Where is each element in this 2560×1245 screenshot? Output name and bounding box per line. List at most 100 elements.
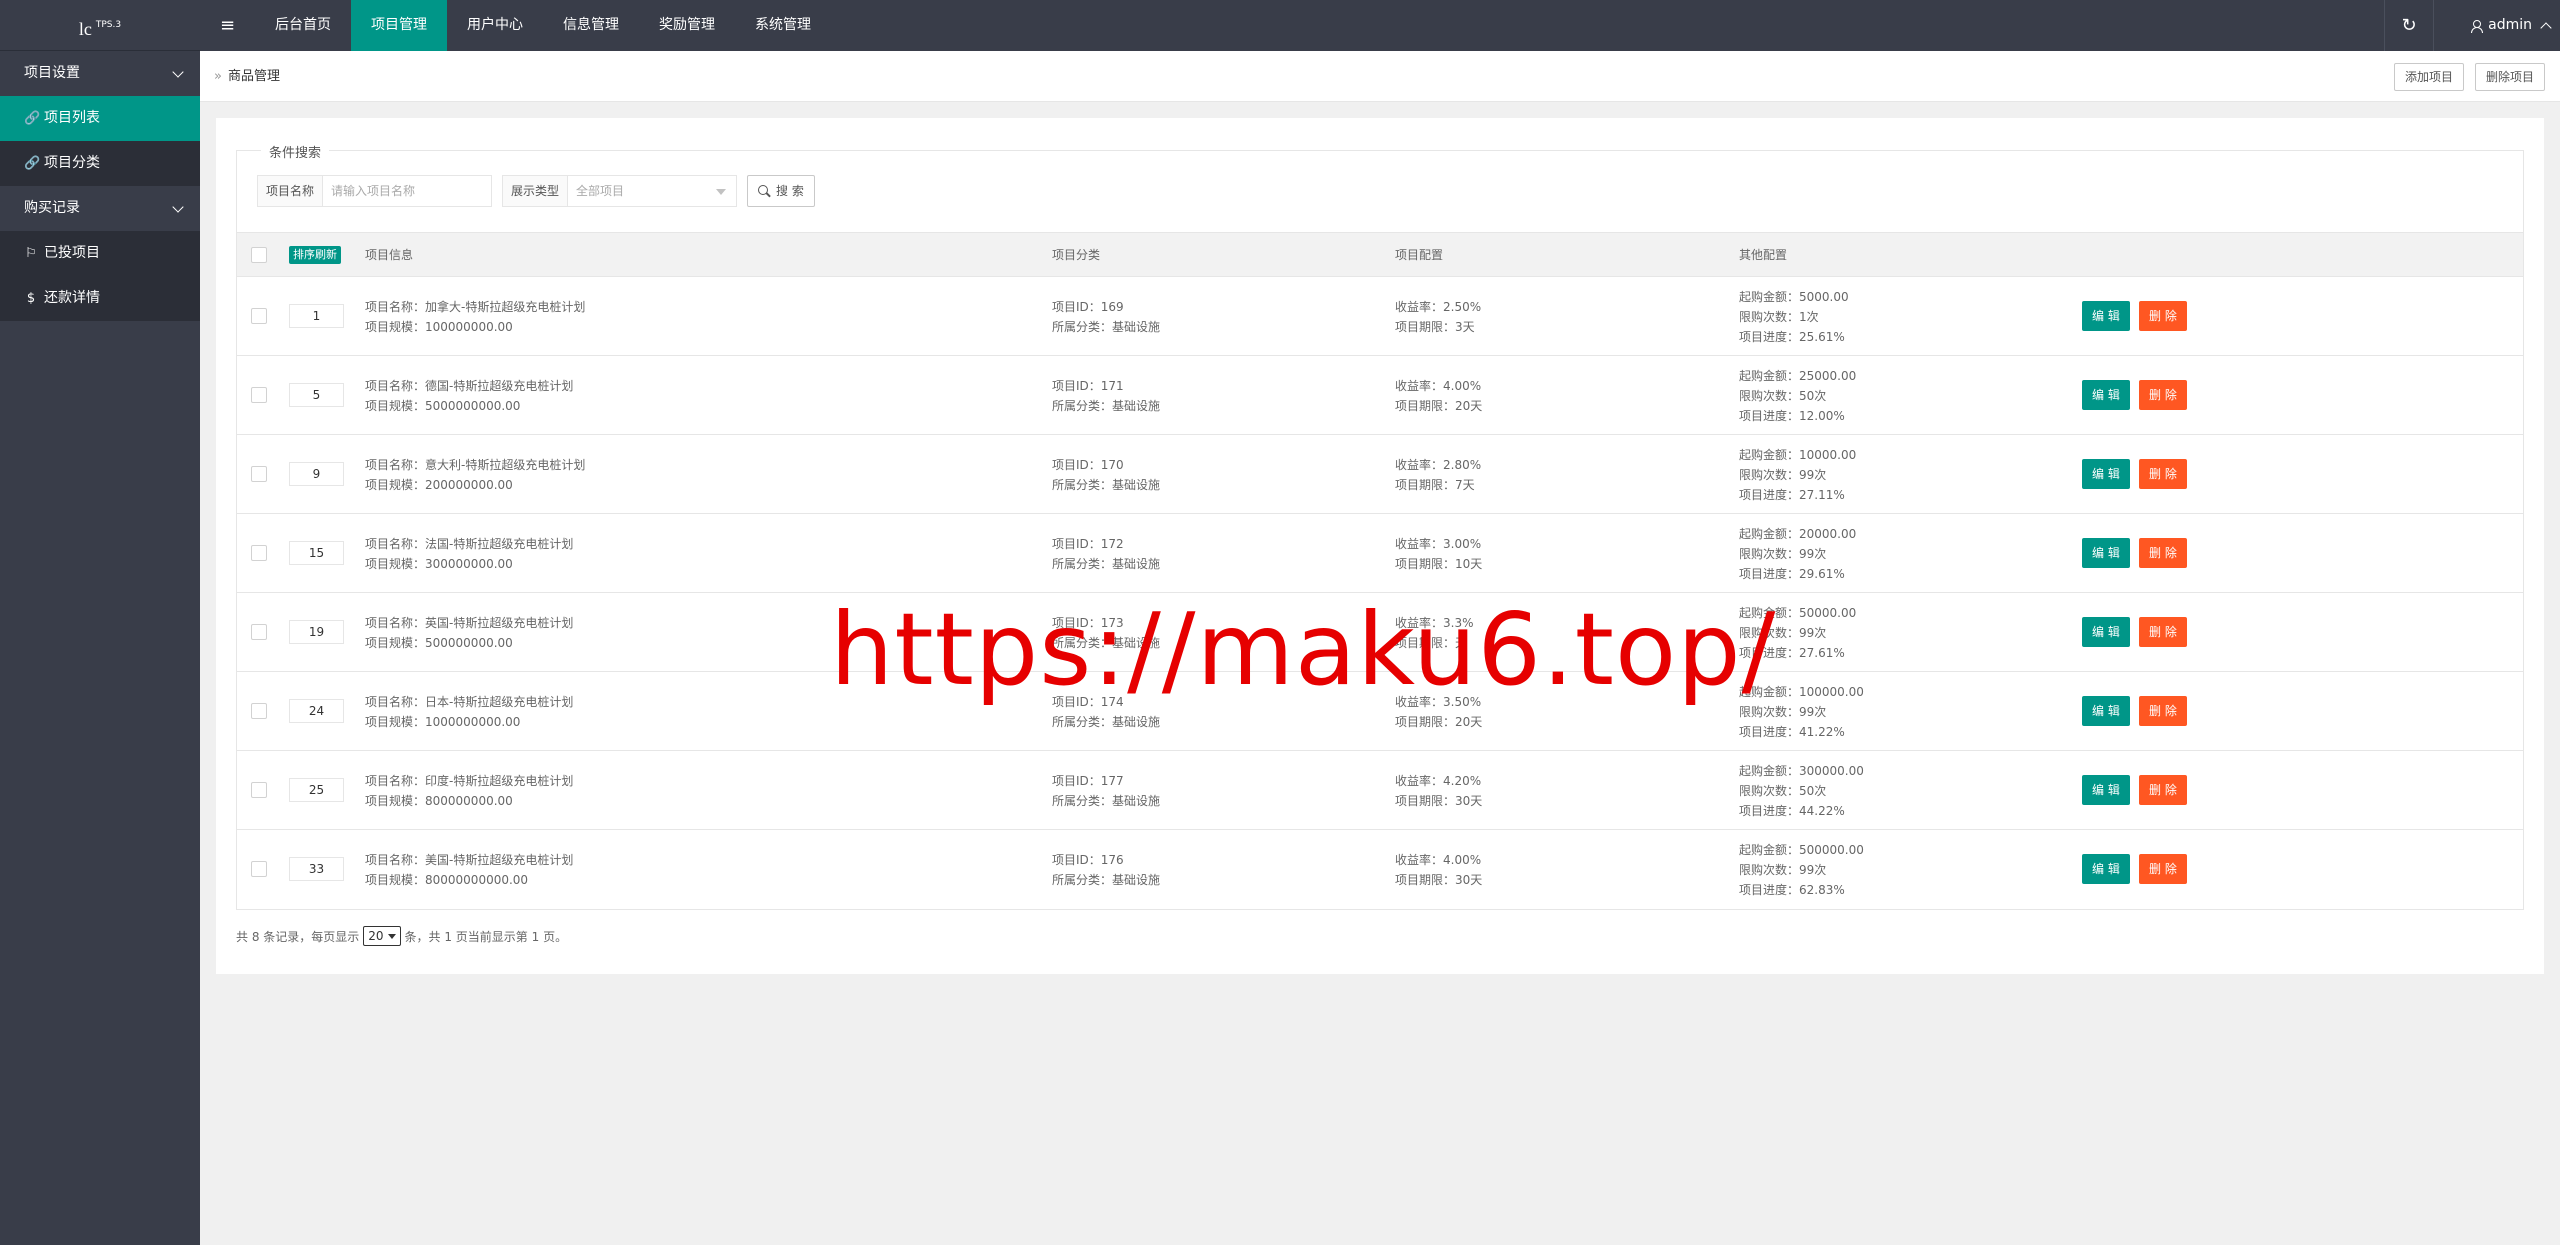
other-config-cell: 起购金额：300000.00 限购次数：50次 项目进度：44.22% <box>1739 761 1864 821</box>
sort-order-input[interactable]: 33 <box>289 857 344 881</box>
delete-button[interactable]: 删 除 <box>2139 301 2187 331</box>
row-checkbox[interactable] <box>251 387 267 403</box>
edit-button[interactable]: 编 辑 <box>2082 459 2130 489</box>
sort-order-input[interactable]: 5 <box>289 383 344 407</box>
add-project-button[interactable]: 添加项目 <box>2394 63 2465 91</box>
project-id: 项目ID：177 <box>1052 774 1124 788</box>
row-checkbox[interactable] <box>251 308 267 324</box>
category-cell: 项目ID：172 所属分类：基础设施 <box>1052 534 1160 574</box>
nav-item-2[interactable]: 用户中心 <box>447 0 543 51</box>
project-period: 项目期限：10天 <box>1395 557 1483 571</box>
project-id: 项目ID：172 <box>1052 537 1124 551</box>
project-name: 项目名称：英国-特斯拉超级充电桩计划 <box>365 616 574 630</box>
project-min-amount: 起购金额：300000.00 <box>1739 764 1864 778</box>
sidebar-group-label: 购买记录 <box>24 200 80 216</box>
edit-button[interactable]: 编 辑 <box>2082 301 2130 331</box>
menu-toggle-icon[interactable]: ≡ <box>200 0 255 51</box>
project-info-cell: 项目名称：日本-特斯拉超级充电桩计划 项目规模：1000000000.00 <box>365 692 573 732</box>
sidebar-item-1-1[interactable]: $ 还款详情 <box>0 276 200 321</box>
search-button[interactable]: 搜 索 <box>747 175 815 207</box>
edit-button[interactable]: 编 辑 <box>2082 538 2130 568</box>
delete-button[interactable]: 删 除 <box>2139 538 2187 568</box>
delete-button[interactable]: 删 除 <box>2139 854 2187 884</box>
project-info-cell: 项目名称：英国-特斯拉超级充电桩计划 项目规模：500000000.00 <box>365 613 573 653</box>
project-rate: 收益率：3.00% <box>1395 537 1482 551</box>
delete-project-button[interactable]: 删除项目 <box>2475 63 2546 91</box>
config-cell: 收益率：4.00% 项目期限：20天 <box>1395 376 1482 416</box>
sidebar-item-1-0[interactable]: ⚐ 已投项目 <box>0 231 200 276</box>
sidebar-item-label: 还款详情 <box>44 290 100 306</box>
search-icon <box>758 185 770 197</box>
sidebar: 项目设置 🔗 项目列表 🔗 项目分类购买记录 ⚐ 已投项目 $ 还款详情 <box>0 51 200 1245</box>
row-checkbox[interactable] <box>251 861 267 877</box>
project-period: 项目期限：20天 <box>1395 715 1483 729</box>
project-period: 项目期限：30天 <box>1395 794 1483 808</box>
sort-order-input[interactable]: 25 <box>289 778 344 802</box>
edit-button[interactable]: 编 辑 <box>2082 617 2130 647</box>
delete-button[interactable]: 删 除 <box>2139 459 2187 489</box>
table-header: 排序刷新 项目信息 项目分类 项目配置 其他配置 <box>237 233 2523 277</box>
user-menu[interactable]: admin <box>2470 0 2552 51</box>
chevron-up-icon <box>2540 22 2552 34</box>
sort-order-input[interactable]: 24 <box>289 699 344 723</box>
sidebar-item-0-1[interactable]: 🔗 项目分类 <box>0 141 200 186</box>
row-checkbox[interactable] <box>251 703 267 719</box>
project-progress: 项目进度：44.22% <box>1739 804 1845 818</box>
nav-item-1[interactable]: 项目管理 <box>351 0 447 51</box>
edit-button[interactable]: 编 辑 <box>2082 380 2130 410</box>
delete-button[interactable]: 删 除 <box>2139 775 2187 805</box>
nav-item-0[interactable]: 后台首页 <box>255 0 351 51</box>
project-info-cell: 项目名称：加拿大-特斯拉超级充电桩计划 项目规模：100000000.00 <box>365 297 585 337</box>
row-checkbox[interactable] <box>251 624 267 640</box>
link-icon: 🔗 <box>24 156 41 171</box>
project-id: 项目ID：171 <box>1052 379 1124 393</box>
logo[interactable]: lc TPS.3 <box>0 0 200 51</box>
breadcrumb-bar: » 商品管理 添加项目 删除项目 <box>200 51 2560 102</box>
nav-item-3[interactable]: 信息管理 <box>543 0 639 51</box>
pagination: 共 8 条记录，每页显示 20 条，共 1 页当前显示第 1 页。 <box>236 926 567 946</box>
project-min-amount: 起购金额：500000.00 <box>1739 843 1864 857</box>
sort-order-input[interactable]: 15 <box>289 541 344 565</box>
main-card: 条件搜索 项目名称 展示类型 全部项目 搜 索 排序刷新 项目信息 项目分类 项… <box>216 118 2544 974</box>
project-category: 所属分类：基础设施 <box>1052 557 1161 571</box>
project-period: 项目期限：3天 <box>1395 320 1475 334</box>
sidebar-group-0[interactable]: 项目设置 <box>0 51 200 96</box>
refresh-icon[interactable]: ↻ <box>2384 0 2434 51</box>
delete-button[interactable]: 删 除 <box>2139 617 2187 647</box>
project-name: 项目名称：法国-特斯拉超级充电桩计划 <box>365 537 574 551</box>
project-info-cell: 项目名称：印度-特斯拉超级充电桩计划 项目规模：800000000.00 <box>365 771 573 811</box>
nav-item-4[interactable]: 奖励管理 <box>639 0 735 51</box>
row-checkbox[interactable] <box>251 545 267 561</box>
edit-button[interactable]: 编 辑 <box>2082 696 2130 726</box>
sidebar-group-1[interactable]: 购买记录 <box>0 186 200 231</box>
sort-order-input[interactable]: 9 <box>289 462 344 486</box>
page-size-select[interactable]: 20 <box>363 926 401 946</box>
type-select[interactable]: 全部项目 <box>567 175 738 207</box>
config-cell: 收益率：4.00% 项目期限：30天 <box>1395 850 1482 890</box>
logo-version: TPS.3 <box>95 20 122 30</box>
edit-button[interactable]: 编 辑 <box>2082 854 2130 884</box>
row-checkbox[interactable] <box>251 466 267 482</box>
pager-prefix: 共 8 条记录，每页显示 <box>236 929 360 944</box>
sort-order-input[interactable]: 19 <box>289 620 344 644</box>
watermark-text: https://maku6.top/ <box>830 591 1777 708</box>
project-period: 项目期限：7天 <box>1395 478 1475 492</box>
table-row: 5 项目名称：德国-特斯拉超级充电桩计划 项目规模：5000000000.00 项目I… <box>237 356 2523 435</box>
project-scale: 项目规模：300000000.00 <box>365 557 513 571</box>
row-checkbox[interactable] <box>251 782 267 798</box>
sort-order-input[interactable]: 1 <box>289 304 344 328</box>
pager-suffix: 条，共 1 页当前显示第 1 页。 <box>404 929 568 944</box>
sort-refresh-button[interactable]: 排序刷新 <box>289 246 341 264</box>
delete-button[interactable]: 删 除 <box>2139 696 2187 726</box>
project-category: 所属分类：基础设施 <box>1052 794 1161 808</box>
delete-button[interactable]: 删 除 <box>2139 380 2187 410</box>
sidebar-item-0-0[interactable]: 🔗 项目列表 <box>0 96 200 141</box>
nav-item-5[interactable]: 系统管理 <box>735 0 831 51</box>
project-min-amount: 起购金额：10000.00 <box>1739 448 1857 462</box>
category-cell: 项目ID：170 所属分类：基础设施 <box>1052 455 1160 495</box>
select-all-checkbox[interactable] <box>251 247 267 263</box>
sidebar-item-label: 已投项目 <box>44 245 100 261</box>
project-info-cell: 项目名称：意大利-特斯拉超级充电桩计划 项目规模：200000000.00 <box>365 455 585 495</box>
edit-button[interactable]: 编 辑 <box>2082 775 2130 805</box>
search-name-input[interactable] <box>322 175 493 207</box>
